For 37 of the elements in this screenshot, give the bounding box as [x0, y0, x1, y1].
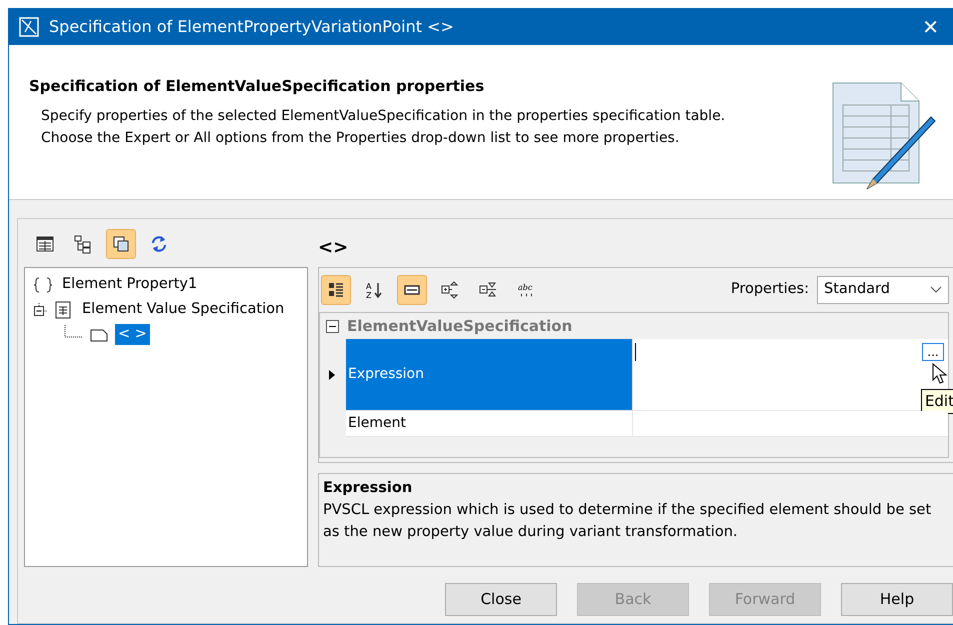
- collapse-icon[interactable]: [33, 302, 47, 316]
- description-text: PVSCL expression which is used to determine if the specified element should be set as the new property value during variant transformation.: [323, 500, 932, 542]
- properties-dropdown[interactable]: Standard: [817, 276, 949, 304]
- compact-view-button[interactable]: [397, 275, 427, 305]
- tree-item[interactable]: Element Value Specification: [79, 298, 288, 320]
- properties-label: Properties:: [730, 280, 809, 300]
- categorized-list-button[interactable]: [321, 275, 351, 305]
- text-cursor: [635, 343, 636, 361]
- header-text: Choose the Expert or All options from the Properties drop-down list to see more properties.: [40, 129, 680, 148]
- tree-icon: [73, 234, 93, 254]
- categorized-list-icon: [326, 280, 346, 300]
- edit-button[interactable]: ...: [922, 343, 944, 361]
- property-name[interactable]: Element: [346, 411, 632, 437]
- close-button[interactable]: ✕: [918, 12, 943, 42]
- sort-az-button[interactable]: A Z: [359, 275, 389, 305]
- dialog-button[interactable]: Close: [445, 582, 557, 616]
- braces-icon: [33, 274, 53, 294]
- collapse-icon[interactable]: [326, 320, 339, 332]
- tree-item[interactable]: Element Property1: [59, 274, 200, 296]
- document-icon: [53, 300, 73, 320]
- refresh-icon: [149, 234, 169, 254]
- row-pointer-icon: [328, 368, 336, 380]
- header-title: Specification of ElementValueSpecification properties: [29, 76, 486, 97]
- window-title: Specification of ElementPropertyVariationPoint <>: [49, 16, 455, 38]
- table-icon: [35, 234, 55, 254]
- windows-button[interactable]: [106, 229, 136, 259]
- chevron-icon: [930, 286, 942, 294]
- app-icon: [19, 16, 39, 37]
- expand-all-icon: [440, 280, 460, 300]
- header-text: Specify properties of the selected ElementValueSpecification in the properties specification table.: [40, 107, 726, 126]
- tree-item[interactable]: < >: [115, 324, 150, 346]
- dialog-button[interactable]: Help: [841, 582, 953, 616]
- windows-icon: [111, 234, 131, 254]
- element-title: <>: [318, 236, 350, 260]
- group-title: ElementValueSpecification: [347, 316, 572, 337]
- description-title: Expression: [323, 479, 414, 498]
- abc-button[interactable]: abc: [511, 275, 541, 305]
